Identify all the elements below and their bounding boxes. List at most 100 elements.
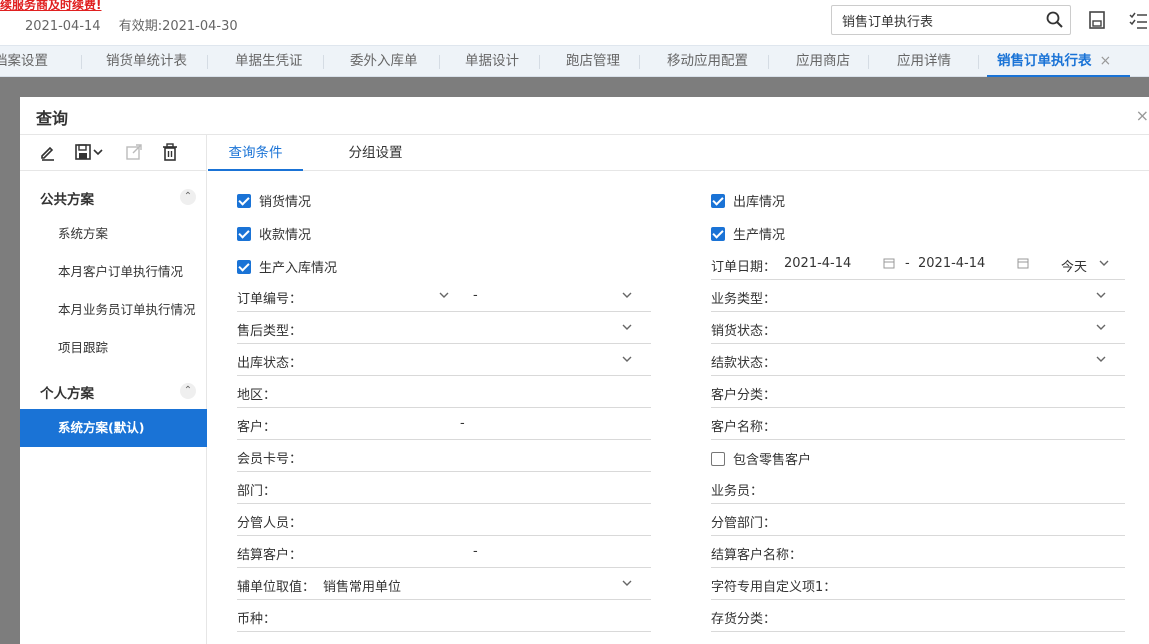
collapse-icon[interactable]: ⌃ [180, 189, 196, 205]
outbound-status-field[interactable]: 出库状态： [237, 344, 651, 376]
search-box[interactable] [831, 5, 1071, 35]
top-header: 续服务商及时续费! 2021-04-14 有效期:2021-04-30 [0, 0, 1149, 44]
edit-icon[interactable] [39, 143, 57, 161]
managing-dept-field[interactable]: 分管部门： [711, 504, 1125, 536]
chevron-down-icon[interactable] [1095, 353, 1107, 365]
manager-field[interactable]: 分管人员： [237, 504, 651, 536]
collapse-icon[interactable]: ⌃ [180, 383, 196, 399]
checkbox-sales[interactable]: 销货情况 [237, 191, 311, 211]
tab-app-detail[interactable]: 应用详情 [869, 46, 979, 77]
field-label: 分管人员： [237, 516, 303, 531]
personal-scheme-label: 个人方案 [40, 386, 94, 402]
tab-sales-stats[interactable]: 销货单统计表 [82, 46, 208, 77]
checkbox-label: 出库情况 [733, 195, 786, 210]
chevron-down-icon[interactable] [1098, 257, 1110, 269]
expiry-date: 有效期:2021-04-30 [118, 19, 238, 34]
delete-icon[interactable] [161, 143, 179, 161]
custom-item-1-field[interactable]: 字符专用自定义项1： [711, 568, 1125, 600]
account-dates: 2021-04-14 有效期:2021-04-30 [25, 15, 252, 34]
personal-scheme-group[interactable]: 个人方案 ⌃ [20, 371, 207, 409]
checkbox-retail-customer[interactable]: 包含零售客户 [711, 449, 811, 469]
renewal-warning-link[interactable]: 续服务商及时续费! [0, 0, 101, 13]
scheme-item-customer-month[interactable]: 本月客户订单执行情况 [20, 253, 207, 291]
tab-voucher[interactable]: 单据生凭证 [208, 46, 324, 77]
dialog-title: 查询 [36, 109, 69, 128]
order-no-field[interactable]: 订单编号： - [237, 280, 651, 312]
scheme-item-system[interactable]: 系统方案 [20, 215, 207, 253]
tab-query-conditions[interactable]: 查询条件 [208, 135, 303, 171]
field-label: 分管部门： [711, 516, 777, 531]
customer-class-field[interactable]: 客户分类： [711, 376, 1125, 408]
open-tabs-bar: 档案设置 销货单统计表 单据生凭证 委外入库单 单据设计 跑店管理 移动应用配置… [0, 45, 1149, 77]
task-list-icon[interactable] [1128, 10, 1148, 30]
business-type-field[interactable]: 业务类型： [711, 280, 1125, 312]
settlement-customer-field[interactable]: 结算客户： - [237, 536, 651, 568]
range-dash: - [473, 288, 478, 303]
chevron-down-icon[interactable] [621, 577, 633, 589]
checkbox-checked-icon[interactable] [711, 194, 725, 208]
checkbox-outbound[interactable]: 出库情况 [711, 191, 785, 211]
calendar-icon[interactable] [883, 257, 895, 269]
settlement-status-field[interactable]: 结款状态： [711, 344, 1125, 376]
tab-store-visits[interactable]: 跑店管理 [540, 46, 640, 77]
checkbox-checked-icon[interactable] [237, 227, 251, 241]
region-field[interactable]: 地区： [237, 376, 651, 408]
salesman-field[interactable]: 业务员： [711, 472, 1125, 504]
field-label: 结款状态： [711, 356, 777, 371]
scheme-item-salesman-month[interactable]: 本月业务员订单执行情况 [20, 291, 207, 329]
tab-mobile-config[interactable]: 移动应用配置 [640, 46, 769, 77]
checkbox-production[interactable]: 生产情况 [711, 224, 785, 244]
field-label: 售后类型： [237, 324, 303, 339]
order-date-field[interactable]: 订单日期： 2021-4-14 - 2021-4-14 今天 [711, 248, 1125, 280]
currency-field[interactable]: 币种： [237, 600, 651, 632]
chevron-down-icon[interactable] [438, 289, 450, 301]
search-input[interactable] [832, 6, 1032, 34]
scheme-item-project[interactable]: 项目跟踪 [20, 329, 207, 367]
chevron-down-icon[interactable] [1095, 289, 1107, 301]
save-scheme-icon[interactable] [74, 143, 92, 161]
close-tab-icon[interactable]: × [1100, 53, 1112, 69]
checkbox-unchecked-icon[interactable] [711, 452, 725, 466]
customer-field[interactable]: 客户： - [237, 408, 651, 440]
settlement-customer-name-field[interactable]: 结算客户名称： [711, 536, 1125, 568]
public-scheme-label: 公共方案 [40, 192, 94, 208]
date-to[interactable]: 2021-4-14 [918, 256, 985, 271]
export-icon[interactable] [125, 143, 143, 161]
chevron-down-icon[interactable] [621, 289, 633, 301]
tab-app-store[interactable]: 应用商店 [769, 46, 869, 77]
aux-unit-field[interactable]: 辅单位取值： 销售常用单位 [237, 568, 651, 600]
tab-sales-order-exec[interactable]: 销售订单执行表 × [987, 46, 1130, 77]
chevron-down-icon[interactable] [93, 143, 103, 161]
checkbox-checked-icon[interactable] [237, 194, 251, 208]
calendar-icon[interactable] [1017, 257, 1029, 269]
checkbox-receipt[interactable]: 收款情况 [237, 224, 311, 244]
chevron-down-icon[interactable] [621, 353, 633, 365]
chevron-down-icon[interactable] [621, 321, 633, 333]
public-scheme-group[interactable]: 公共方案 ⌃ [20, 177, 207, 215]
tab-group-settings[interactable]: 分组设置 [328, 135, 423, 171]
stock-class-field[interactable]: 存货分类： [711, 600, 1125, 632]
customer-name-field[interactable]: 客户名称： [711, 408, 1125, 440]
department-field[interactable]: 部门： [237, 472, 651, 504]
field-label: 客户名称： [711, 420, 777, 435]
search-icon[interactable] [1045, 10, 1065, 30]
checkbox-checked-icon[interactable] [711, 227, 725, 241]
field-label: 客户： [237, 420, 277, 435]
tab-archive-settings[interactable]: 档案设置 [0, 46, 82, 77]
date-preset[interactable]: 今天 [1061, 256, 1087, 275]
sales-status-field[interactable]: 销货状态： [711, 312, 1125, 344]
save-icon[interactable] [1087, 10, 1107, 30]
after-sale-type-field[interactable]: 售后类型： [237, 312, 651, 344]
checkbox-production-in[interactable]: 生产入库情况 [237, 257, 337, 277]
field-label: 客户分类： [711, 388, 777, 403]
field-label: 出库状态： [237, 356, 303, 371]
scheme-item-default[interactable]: 系统方案(默认) [20, 409, 207, 447]
tab-outsource-in[interactable]: 委外入库单 [324, 46, 440, 77]
checkbox-label: 销货情况 [259, 195, 312, 210]
chevron-down-icon[interactable] [1095, 321, 1107, 333]
dialog-close-icon[interactable]: × [1136, 106, 1149, 125]
tab-doc-design[interactable]: 单据设计 [440, 46, 540, 77]
date-from[interactable]: 2021-4-14 [784, 256, 851, 271]
member-card-field[interactable]: 会员卡号： [237, 440, 651, 472]
checkbox-checked-icon[interactable] [237, 260, 251, 274]
